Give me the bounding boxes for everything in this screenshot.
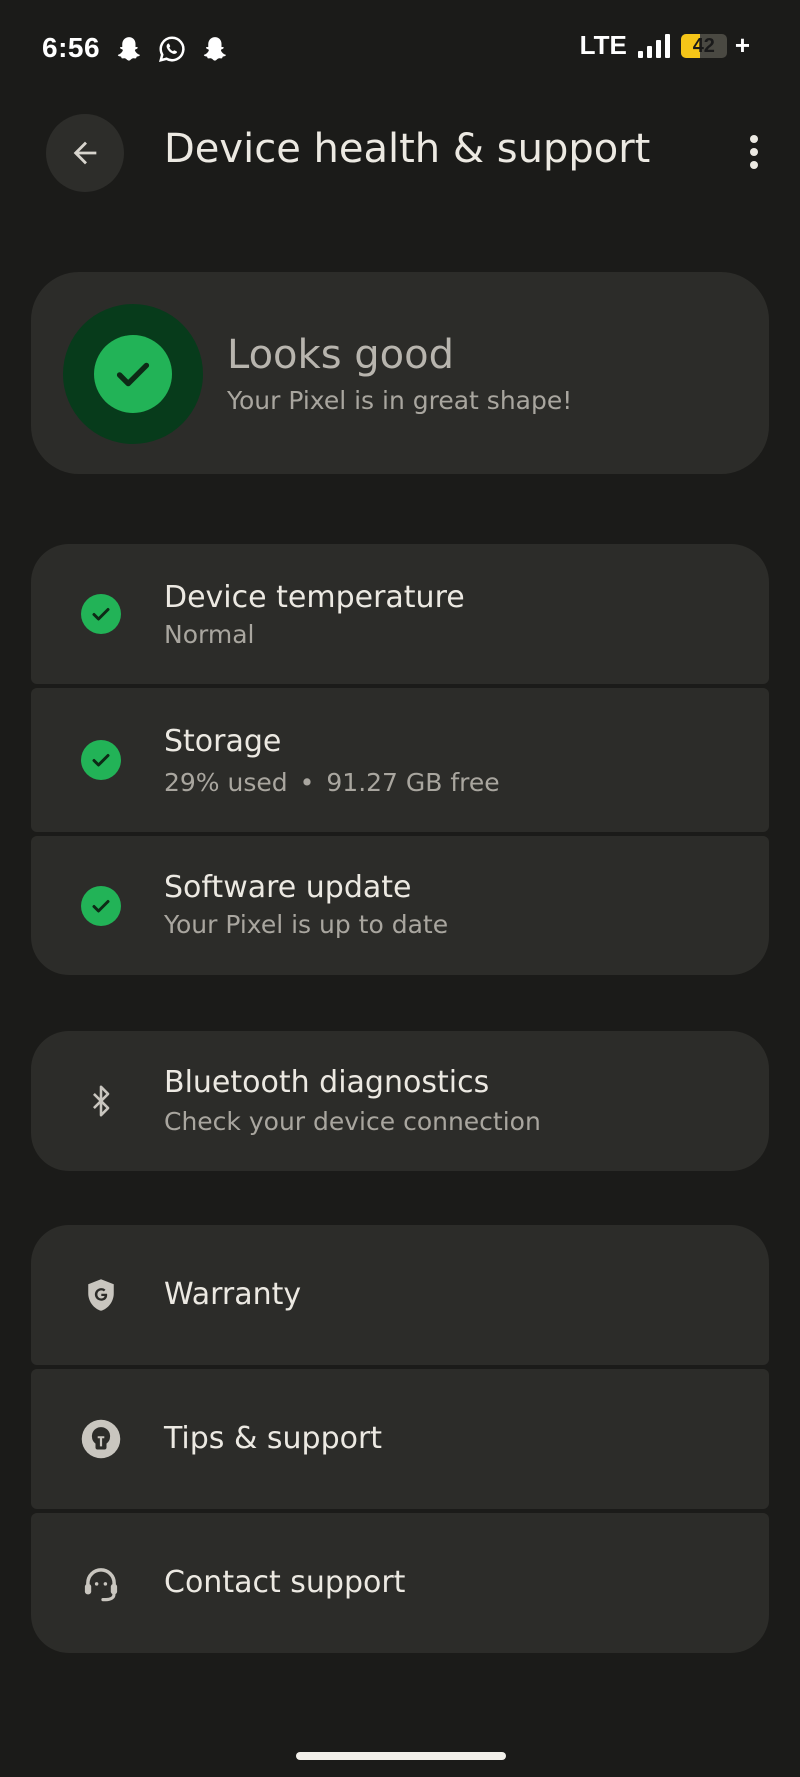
snapchat-icon — [117, 37, 140, 61]
bluetooth-diagnostics-item[interactable]: Bluetooth diagnostics Check your device … — [31, 1031, 769, 1171]
software-update-item[interactable]: Software update Your Pixel is up to date — [31, 836, 769, 975]
item-subtitle: Check your device connection — [164, 1107, 541, 1136]
google-shield-icon — [88, 1279, 114, 1311]
signal-icon — [637, 33, 670, 58]
health-summary-card: Looks good Your Pixel is in great shape! — [31, 272, 769, 474]
summary-subtitle: Your Pixel is in great shape! — [227, 386, 573, 415]
battery-saver-indicator: + — [734, 30, 750, 60]
item-title: Tips & support — [164, 1421, 383, 1456]
storage-used: 29% used — [164, 768, 288, 797]
check-circle-icon — [81, 594, 121, 634]
headset-icon — [84, 1568, 118, 1602]
support-group: Warranty Tips & support Contact support — [31, 1225, 769, 1653]
status-bar: 6:56 LTE 42 + — [0, 0, 800, 100]
diagnostics-group: Bluetooth diagnostics Check your device … — [31, 1031, 769, 1171]
summary-badge — [63, 304, 203, 444]
battery-icon: 42 — [680, 33, 731, 59]
battery-level: 42 — [692, 34, 715, 57]
item-subtitle: 29% used • 91.27 GB free — [164, 768, 500, 797]
more-vert-icon — [750, 135, 758, 169]
item-title: Storage — [164, 724, 282, 759]
bluetooth-icon — [93, 1085, 110, 1117]
network-type: LTE — [579, 30, 627, 60]
item-title: Software update — [164, 870, 412, 905]
separator-dot: • — [299, 768, 315, 797]
item-title: Bluetooth diagnostics — [164, 1065, 490, 1100]
back-button[interactable] — [46, 114, 124, 192]
tips-support-item[interactable]: Tips & support — [31, 1369, 769, 1509]
summary-title: Looks good — [227, 332, 454, 378]
item-subtitle: Your Pixel is up to date — [164, 910, 449, 939]
item-title: Contact support — [164, 1565, 406, 1600]
item-title: Warranty — [164, 1277, 302, 1312]
item-subtitle: Normal — [164, 620, 255, 649]
status-time: 6:56 — [42, 32, 101, 63]
contact-support-item[interactable]: Contact support — [31, 1513, 769, 1653]
arrow-back-icon — [73, 141, 97, 165]
warranty-item[interactable]: Warranty — [31, 1225, 769, 1365]
more-options-button[interactable] — [734, 128, 774, 176]
gesture-navigation-bar[interactable] — [296, 1752, 506, 1760]
check-circle-icon — [81, 740, 121, 780]
snapchat-icon — [203, 37, 226, 61]
device-temperature-item[interactable]: Device temperature Normal — [31, 544, 769, 684]
page-title: Device health & support — [164, 126, 651, 172]
item-title: Device temperature — [164, 580, 465, 615]
storage-item[interactable]: Storage 29% used • 91.27 GB free — [31, 688, 769, 832]
health-checks-group: Device temperature Normal Storage 29% us… — [31, 544, 769, 975]
check-icon — [116, 362, 150, 387]
check-circle-icon — [81, 886, 121, 926]
whatsapp-icon — [158, 36, 185, 63]
lightbulb-icon — [81, 1419, 121, 1459]
storage-free: 91.27 GB free — [326, 768, 500, 797]
status-indicators: LTE 42 + — [580, 30, 750, 61]
